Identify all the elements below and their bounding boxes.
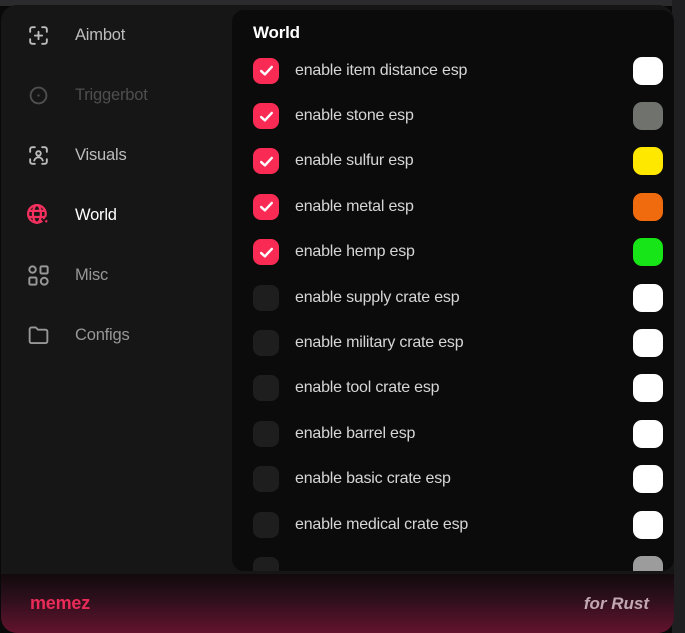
esp-checkbox[interactable] [253,103,279,129]
esp-color-swatch[interactable] [633,102,663,130]
footer: memez for Rust [1,574,674,633]
esp-option-label: enable medical crate esp [295,516,468,534]
esp-color-swatch[interactable] [633,420,663,448]
esp-option-label: enable barrel esp [295,425,415,443]
sidebar-item-label: World [75,206,117,225]
esp-option-label: enable military crate esp [295,334,463,352]
esp-color-swatch[interactable] [633,57,663,85]
panel-title: World [253,23,674,43]
sidebar-item-misc[interactable]: Misc [1,245,232,305]
esp-option-label: enable supply crate esp [295,289,459,307]
esp-checkbox[interactable] [253,285,279,311]
aimbot-scan-icon [25,22,51,48]
screen: AimbotTriggerbotVisualsWorldMiscConfigs … [0,0,685,633]
world-globe-icon [25,202,51,228]
esp-option-row [232,547,674,571]
sidebar-item-label: Triggerbot [75,86,148,105]
sidebar-item-visuals[interactable]: Visuals [1,125,232,185]
esp-checkbox[interactable] [253,466,279,492]
cheat-menu-window: AimbotTriggerbotVisualsWorldMiscConfigs … [1,5,674,633]
esp-option-row: enable supply crate esp [232,275,674,320]
esp-color-swatch[interactable] [633,147,663,175]
product-label: for Rust [584,594,649,614]
esp-color-swatch[interactable] [633,329,663,357]
esp-option-row: enable barrel esp [232,411,674,456]
esp-options-list: enable item distance esp enable stone esp… [232,48,674,571]
esp-option-label: enable basic crate esp [295,470,451,488]
esp-checkbox[interactable] [253,557,279,571]
sidebar-item-triggerbot[interactable]: Triggerbot [1,65,232,125]
esp-option-row: enable hemp esp [232,230,674,275]
esp-checkbox[interactable] [253,194,279,220]
esp-option-row: enable basic crate esp [232,457,674,502]
misc-shapes-icon [25,262,51,288]
esp-option-row: enable sulfur esp [232,139,674,184]
esp-color-swatch[interactable] [633,284,663,312]
esp-option-row: enable tool crate esp [232,366,674,411]
esp-color-swatch[interactable] [633,238,663,266]
esp-color-swatch[interactable] [633,556,663,571]
sidebar-item-label: Visuals [75,146,127,165]
sidebar-item-world[interactable]: World [1,185,232,245]
esp-option-label: enable tool crate esp [295,379,439,397]
sidebar-item-label: Misc [75,266,108,285]
esp-option-row: enable metal esp [232,184,674,229]
esp-checkbox[interactable] [253,512,279,538]
esp-checkbox[interactable] [253,239,279,265]
esp-checkbox[interactable] [253,421,279,447]
esp-checkbox[interactable] [253,58,279,84]
esp-option-label: enable item distance esp [295,62,467,80]
esp-color-swatch[interactable] [633,374,663,402]
sidebar-item-configs[interactable]: Configs [1,305,232,365]
esp-option-row: enable item distance esp [232,48,674,93]
sidebar-item-label: Configs [75,326,130,345]
esp-option-row: enable medical crate esp [232,502,674,547]
esp-checkbox[interactable] [253,330,279,356]
world-panel: World enable item distance esp enable sto… [232,10,674,571]
esp-option-row: enable stone esp [232,93,674,138]
esp-color-swatch[interactable] [633,511,663,539]
sidebar-item-label: Aimbot [75,26,125,45]
esp-checkbox[interactable] [253,148,279,174]
brand-label: memez [30,593,90,614]
esp-option-label: enable metal esp [295,198,414,216]
sidebar-item-aimbot[interactable]: Aimbot [1,5,232,65]
triggerbot-target-icon [25,82,51,108]
esp-option-row: enable military crate esp [232,320,674,365]
esp-color-swatch[interactable] [633,193,663,221]
esp-option-label: enable stone esp [295,107,414,125]
esp-option-label: enable hemp esp [295,243,415,261]
esp-color-swatch[interactable] [633,465,663,493]
visuals-user-scan-icon [25,142,51,168]
esp-checkbox[interactable] [253,375,279,401]
esp-option-label: enable sulfur esp [295,152,413,170]
sidebar: Aimbot Triggerbot Visuals World Misc Configs [1,5,232,365]
configs-folder-icon [25,322,51,348]
